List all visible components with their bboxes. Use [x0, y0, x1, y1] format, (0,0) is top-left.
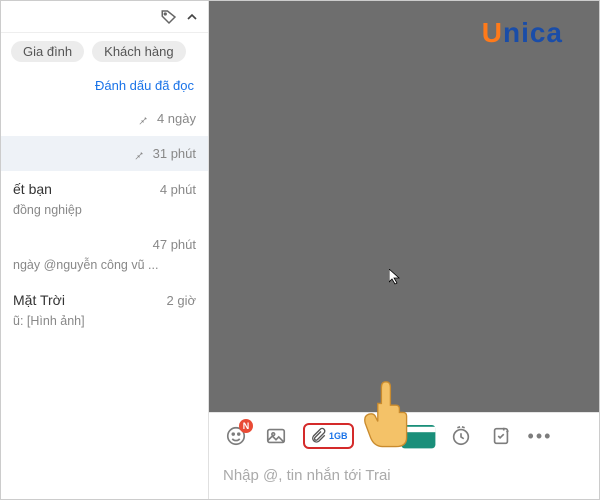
chevron-up-icon[interactable] [184, 9, 200, 25]
list-item[interactable]: 4 ngày [1, 101, 208, 136]
reminder-icon[interactable] [448, 423, 474, 449]
cursor-icon [389, 269, 401, 285]
sidebar: Gia đình Khách hàng Đánh dấu đã đọc 4 ng… [1, 1, 209, 499]
image-icon[interactable] [263, 423, 289, 449]
pin-icon [137, 113, 149, 125]
mark-read-link[interactable]: Đánh dấu đã đọc [1, 70, 208, 101]
attach-file-button[interactable]: 1GB [303, 423, 354, 449]
sidebar-header [1, 1, 208, 33]
composer: N 1GB [209, 412, 599, 499]
tag-chip-customers[interactable]: Khách hàng [92, 41, 185, 62]
tag-chip-family[interactable]: Gia đình [11, 41, 84, 62]
pin-icon [133, 148, 145, 160]
tag-row: Gia đình Khách hàng [1, 33, 208, 70]
contact-card-icon[interactable] [408, 423, 434, 449]
message-input[interactable] [223, 467, 585, 484]
conversation-list: 4 ngày 31 phút ết bạn 4 phút đồng nghiệp [1, 101, 208, 499]
more-icon[interactable]: ••• [528, 426, 553, 447]
time-label: 31 phút [153, 146, 196, 161]
time-label: 4 phút [160, 182, 196, 197]
task-icon[interactable] [488, 423, 514, 449]
list-item[interactable]: Mặt Trời 2 giờ ũ: [Hình ảnh] [1, 282, 208, 338]
new-badge: N [239, 419, 253, 433]
attach-label: 1GB [329, 431, 348, 441]
list-item[interactable]: 31 phút [1, 136, 208, 171]
conv-title: Mặt Trời [13, 292, 65, 308]
list-item[interactable]: ết bạn 4 phút đồng nghiệp [1, 171, 208, 227]
list-item[interactable]: 47 phút ngày @nguyễn công vũ ... [1, 227, 208, 282]
sticker-icon[interactable]: N [223, 423, 249, 449]
conv-subtitle: ngày @nguyễn công vũ ... [13, 258, 196, 272]
brand-logo: Unica [482, 17, 563, 49]
chat-main: Unica N 1GB [209, 1, 599, 499]
conv-title: ết bạn [13, 181, 52, 197]
composer-toolbar: N 1GB [209, 415, 599, 457]
time-label: 47 phút [153, 237, 196, 252]
conv-subtitle: ũ: [Hình ảnh] [13, 314, 196, 328]
time-label: 2 giờ [167, 293, 197, 308]
time-label: 4 ngày [157, 111, 196, 126]
screenshot-icon[interactable] [368, 423, 394, 449]
conv-subtitle: đồng nghiệp [13, 203, 196, 217]
tag-icon[interactable] [160, 8, 178, 26]
